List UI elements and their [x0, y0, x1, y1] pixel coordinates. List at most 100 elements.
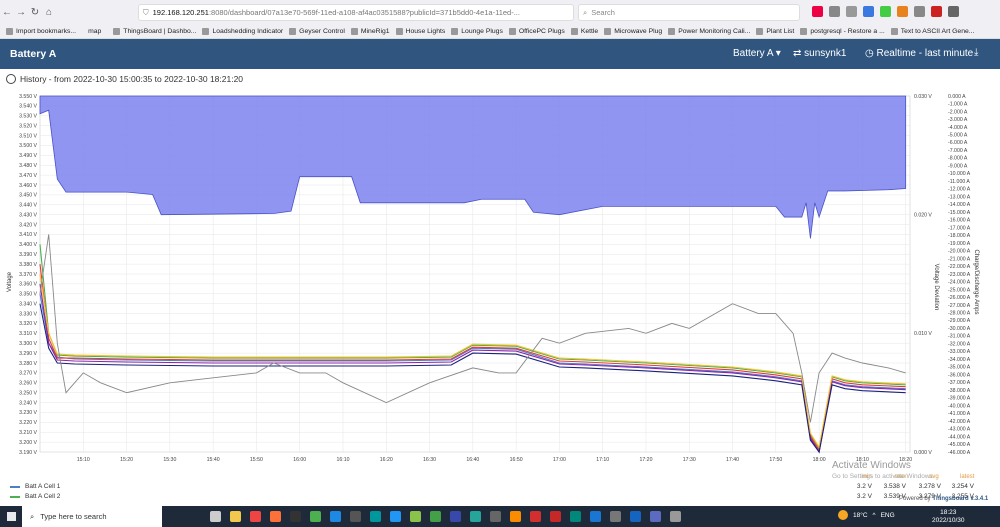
- bookmark-item[interactable]: House Lights: [395, 27, 445, 35]
- y-right-tick: -38.000 A: [948, 388, 971, 394]
- shield-addon-icon[interactable]: [931, 6, 942, 17]
- taskbar-clock[interactable]: 18:23 2022/10/30: [932, 509, 965, 525]
- y-left-tick: 3.370 V: [19, 272, 37, 278]
- app-icon[interactable]: [390, 511, 401, 522]
- legend-label: Batt A Cell 2: [25, 493, 61, 500]
- x-tick: 17:50: [769, 457, 782, 463]
- y-left-tick: 3.360 V: [19, 282, 37, 288]
- bookmark-item[interactable]: map: [88, 28, 101, 35]
- legend-row[interactable]: Batt A Cell 1: [10, 483, 60, 490]
- chrome-icon[interactable]: [250, 511, 261, 522]
- y-right-tick: -12.000 A: [948, 187, 971, 193]
- y-right-tick: -42.000 A: [948, 419, 971, 425]
- device-label[interactable]: ⇄ sunsynk1: [793, 48, 846, 59]
- y-right-tick: -37.000 A: [948, 380, 971, 386]
- bookmark-item[interactable]: ThingsBoard | Dashbo...: [113, 27, 196, 35]
- arduino-icon[interactable]: [370, 511, 381, 522]
- pocket-icon[interactable]: [812, 6, 823, 17]
- app-icon[interactable]: [430, 511, 441, 522]
- bookmark-item[interactable]: Geyser Control: [289, 27, 345, 35]
- taskbar-search-input[interactable]: ⌕ Type here to search: [22, 506, 162, 527]
- x-tick: 17:00: [553, 457, 566, 463]
- app-icon[interactable]: [670, 511, 681, 522]
- shield-icon: ⛉: [143, 7, 149, 17]
- bookmark-icon: [604, 27, 612, 35]
- vscode-icon[interactable]: [590, 511, 601, 522]
- y-right-tick: -46.000 A: [948, 450, 971, 456]
- language[interactable]: ENG: [881, 512, 895, 519]
- library-icon[interactable]: [846, 6, 857, 17]
- address-bar[interactable]: ⛉ 192.168.120.251 :8080/dashboard/07a13e…: [138, 4, 574, 21]
- x-tick: 16:30: [423, 457, 436, 463]
- metamask-icon[interactable]: [897, 6, 908, 17]
- app-icon[interactable]: [490, 511, 501, 522]
- y-right-tick: -21.000 A: [948, 256, 971, 262]
- bookmark-item[interactable]: Plant List: [756, 27, 794, 35]
- start-button[interactable]: [0, 506, 22, 527]
- app-icon[interactable]: [550, 511, 561, 522]
- app-icon[interactable]: [330, 511, 341, 522]
- bookmark-item[interactable]: postgresql - Restore a ...: [800, 27, 885, 35]
- app-icon[interactable]: [510, 511, 521, 522]
- bookmark-item[interactable]: OfficePC Plugs: [508, 27, 565, 35]
- bookmark-item[interactable]: Microwave Plug: [604, 27, 662, 35]
- firefox-icon[interactable]: [270, 511, 281, 522]
- app-icon[interactable]: [410, 511, 421, 522]
- history-label[interactable]: History - from 2022-10-30 15:00:35 to 20…: [20, 74, 243, 84]
- app-icon[interactable]: [570, 511, 581, 522]
- entity-select[interactable]: Battery A ▾: [733, 48, 781, 59]
- taskbar-apps: [210, 511, 681, 522]
- timewindow-button[interactable]: ◷ Realtime - last minute: [865, 48, 973, 59]
- extension-icon[interactable]: [863, 6, 874, 17]
- temperature[interactable]: 18°C: [853, 512, 868, 519]
- menu-icon[interactable]: [948, 6, 959, 17]
- app-icon[interactable]: [630, 511, 641, 522]
- app-icon[interactable]: [450, 511, 461, 522]
- legend-row[interactable]: Batt A Cell 2: [10, 493, 60, 500]
- y-right-tick: -11.000 A: [948, 179, 970, 185]
- app-icon[interactable]: [310, 511, 321, 522]
- home-icon[interactable]: ⌂: [42, 7, 56, 18]
- app-icon[interactable]: [350, 511, 361, 522]
- explorer-icon[interactable]: [230, 511, 241, 522]
- download-icon[interactable]: [829, 6, 840, 17]
- x-axis-ticks: 15:10 15:20 15:30 15:40 15:50 16:00 16:10 16:20…: [77, 457, 912, 463]
- search-placeholder: Search: [591, 8, 615, 17]
- bookmark-item[interactable]: Kettle: [570, 27, 598, 35]
- browser-search-input[interactable]: ⌕ Search: [578, 4, 800, 21]
- tray-chevron-icon[interactable]: ^: [873, 512, 876, 519]
- y-right-tick: -25.000 A: [948, 287, 971, 293]
- y-left-tick: 3.460 V: [19, 183, 37, 189]
- reload-icon[interactable]: ↻: [28, 7, 42, 18]
- app-icon[interactable]: [290, 511, 301, 522]
- bookmarks-bar: Import bookmarks... map ThingsBoard | Da…: [0, 24, 1000, 39]
- task-view-icon[interactable]: [210, 511, 221, 522]
- bookmark-item[interactable]: MineRig1: [350, 27, 390, 35]
- addon-icon[interactable]: [914, 6, 925, 17]
- bookmark-item[interactable]: Lounge Plugs: [451, 27, 503, 35]
- bookmark-item[interactable]: Power Monitoring Cali...: [668, 27, 750, 35]
- browser-toolbar: ← → ↻ ⌂ ⛉ 192.168.120.251 :8080/dashboar…: [0, 0, 1000, 24]
- download-icon[interactable]: ⤓: [974, 47, 978, 58]
- bookmark-icon: [800, 27, 808, 35]
- app-icon[interactable]: [530, 511, 541, 522]
- weather-icon[interactable]: [838, 510, 848, 520]
- bookmark-icon: [508, 27, 516, 35]
- bookmark-item[interactable]: Import bookmarks...: [6, 27, 76, 35]
- bookmark-item[interactable]: Text to ASCII Art Gene...: [890, 27, 974, 35]
- powered-by-brand[interactable]: Thingsboard v.3.4.1: [932, 496, 988, 502]
- forward-icon[interactable]: →: [14, 7, 28, 18]
- container-icon[interactable]: [880, 6, 891, 17]
- y-right-tick: -15.000 A: [948, 210, 971, 216]
- app-icon[interactable]: [470, 511, 481, 522]
- y-left-tick: 3.320 V: [19, 321, 37, 327]
- back-icon[interactable]: ←: [0, 7, 14, 18]
- battery-chart[interactable]: 3.550 V 3.540 V 3.530 V 3.520 V 3.510 V 3.500…: [0, 87, 1000, 477]
- app-icon[interactable]: [650, 511, 661, 522]
- bookmark-item[interactable]: Loadshedding Indicator: [202, 27, 283, 35]
- y-left-tick: 3.400 V: [19, 242, 37, 248]
- y-right-tick: -7.000 A: [948, 148, 968, 154]
- bookmark-icon: [350, 27, 358, 35]
- y-mid-tick: 0.020 V: [914, 212, 932, 218]
- app-icon[interactable]: [610, 511, 621, 522]
